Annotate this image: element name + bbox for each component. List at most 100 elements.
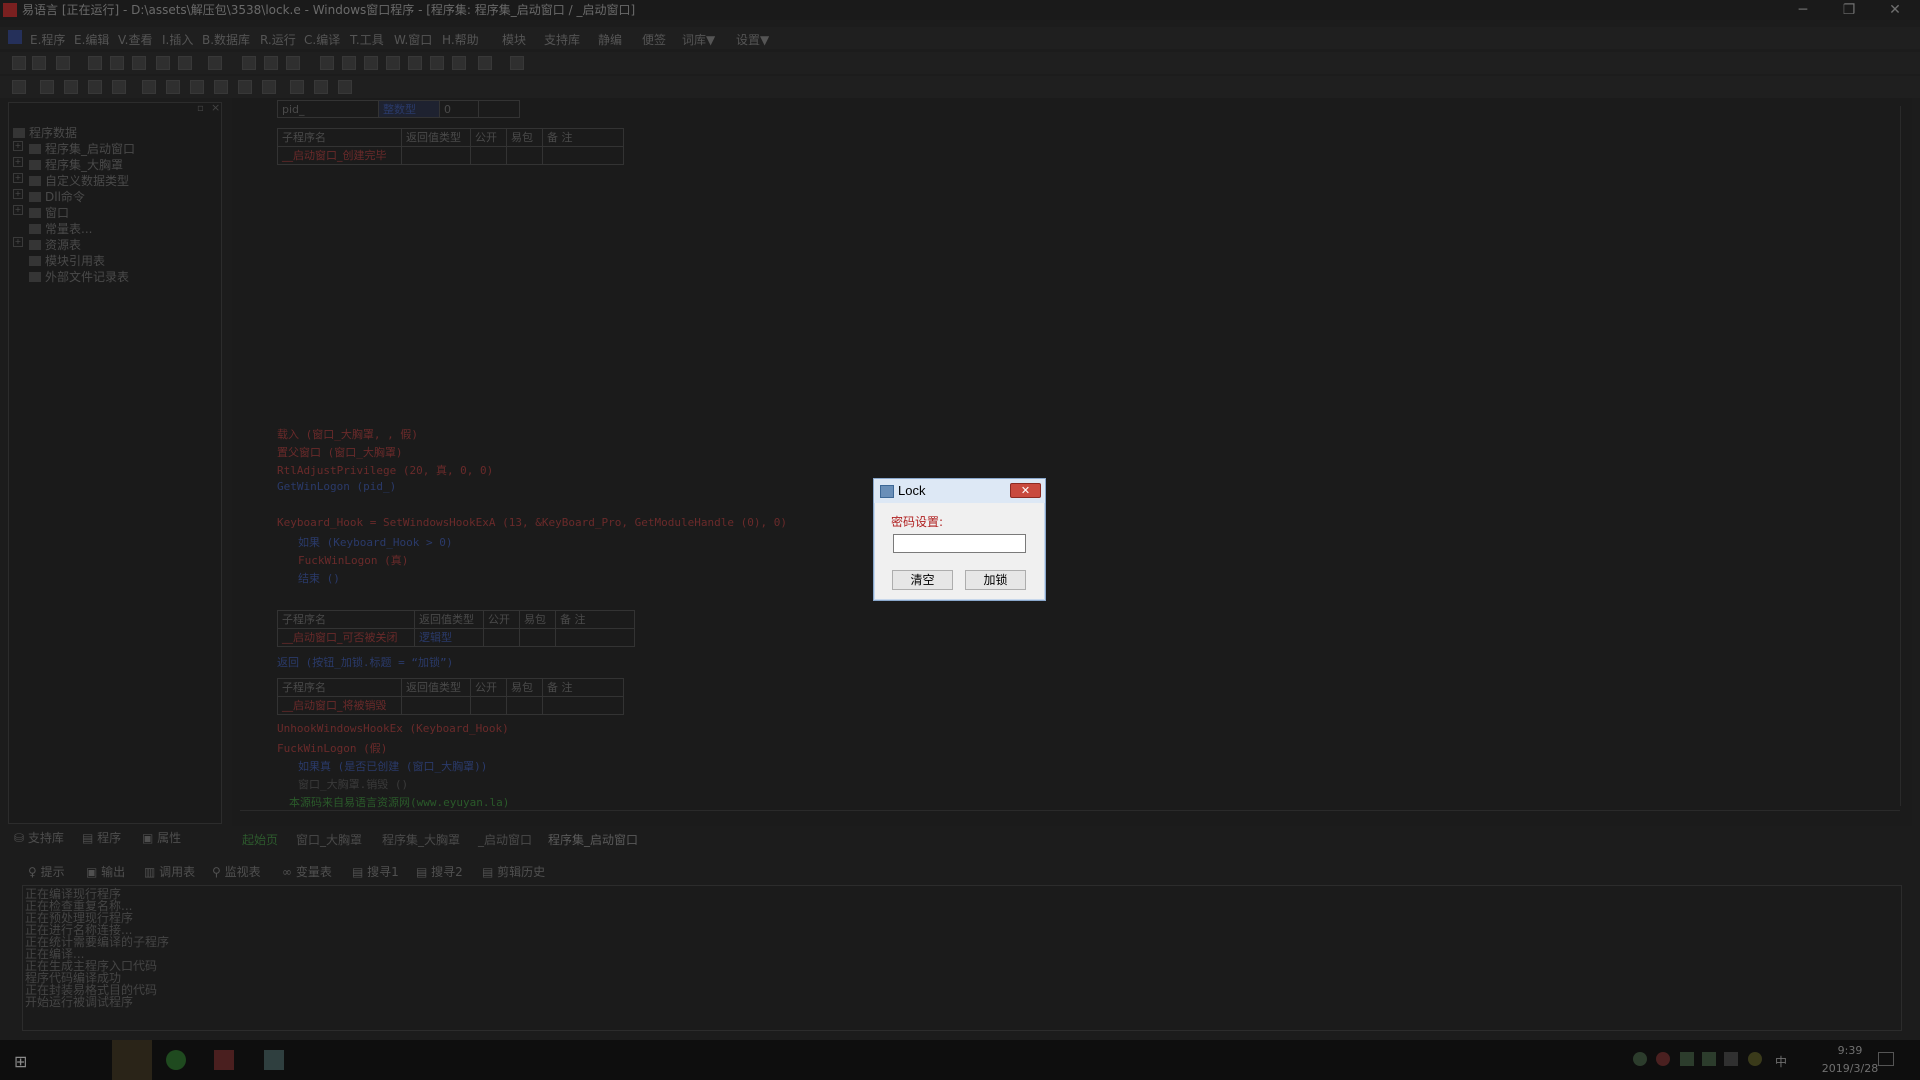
sub-pack-cell[interactable] bbox=[506, 146, 543, 165]
sub-return-type[interactable]: 逻辑型 bbox=[414, 628, 484, 647]
var-name-cell[interactable]: pid_ bbox=[277, 100, 379, 118]
menu-insert[interactable]: I.插入 bbox=[162, 31, 193, 48]
pane-close-icon[interactable]: × bbox=[211, 101, 220, 114]
hand-icon[interactable] bbox=[478, 56, 492, 70]
step-into-icon[interactable] bbox=[386, 56, 400, 70]
lock-app-icon[interactable] bbox=[264, 1050, 284, 1070]
sub-note-cell[interactable] bbox=[542, 146, 624, 165]
h-spacing-icon[interactable] bbox=[214, 80, 228, 94]
tab-program[interactable]: ▤ 程序 bbox=[82, 829, 121, 846]
layout2-icon[interactable] bbox=[264, 56, 278, 70]
volume-icon[interactable] bbox=[1724, 1052, 1738, 1066]
tab-assembly-startup[interactable]: 程序集_启动窗口 bbox=[548, 831, 638, 848]
sub-name-created[interactable]: __启动窗口_创建完毕 bbox=[277, 146, 402, 165]
tab-call-stack[interactable]: ▥ 调用表 bbox=[144, 863, 195, 880]
var-type-cell[interactable]: 整数型 bbox=[378, 100, 440, 118]
new-file-icon[interactable] bbox=[12, 56, 26, 70]
stop-icon[interactable] bbox=[342, 56, 356, 70]
restore-button[interactable]: ❐ bbox=[1826, 0, 1872, 20]
easy-language-icon[interactable] bbox=[214, 1050, 234, 1070]
binoculars-icon[interactable] bbox=[510, 56, 524, 70]
tab-support-lib[interactable]: ⛁ 支持库 bbox=[14, 829, 64, 846]
align-center-icon[interactable] bbox=[40, 80, 54, 94]
run-icon[interactable] bbox=[320, 56, 334, 70]
align-right-icon[interactable] bbox=[64, 80, 78, 94]
step-over-icon[interactable] bbox=[408, 56, 422, 70]
tab-assembly-bra[interactable]: 程序集_大胸罩 bbox=[382, 831, 460, 848]
notification-icon[interactable] bbox=[1878, 1052, 1894, 1066]
tree-item-constants[interactable]: 常量表... bbox=[29, 220, 92, 237]
run-to-cursor-icon[interactable] bbox=[452, 56, 466, 70]
code-line[interactable]: 置父窗口 (窗口_大胸罩) bbox=[277, 444, 403, 460]
sub-pack-cell[interactable] bbox=[519, 628, 556, 647]
expand-icon[interactable]: + bbox=[13, 189, 23, 199]
tab-start-page[interactable]: 起始页 bbox=[242, 831, 278, 848]
expand-icon[interactable]: + bbox=[13, 173, 23, 183]
tab-watch[interactable]: ⚲ 监视表 bbox=[212, 863, 261, 880]
tab-startup-window[interactable]: _启动窗口 bbox=[478, 831, 532, 848]
file-explorer-icon[interactable] bbox=[112, 1040, 152, 1080]
cut-icon[interactable] bbox=[88, 56, 102, 70]
code-line[interactable]: 结束 () bbox=[298, 570, 340, 586]
menu-database[interactable]: B.数据库 bbox=[202, 31, 250, 48]
find-icon[interactable] bbox=[208, 56, 222, 70]
menu-support-lib[interactable]: 支持库 bbox=[544, 31, 580, 48]
step-icon[interactable] bbox=[364, 56, 378, 70]
code-line[interactable]: Keyboard_Hook = SetWindowsHookExA (13, &… bbox=[277, 516, 787, 529]
tray-network-icon[interactable] bbox=[1680, 1052, 1694, 1066]
h-center-icon[interactable] bbox=[262, 80, 276, 94]
code-line[interactable]: 窗口_大胸罩.销毁 () bbox=[298, 776, 408, 792]
lock-layout-icon[interactable] bbox=[338, 80, 352, 94]
tree-root[interactable]: 程序数据 bbox=[13, 124, 77, 141]
align-top-icon[interactable] bbox=[88, 80, 102, 94]
code-line[interactable]: FuckWinLogon (真) bbox=[298, 552, 408, 568]
menu-static-compile[interactable]: 静编 bbox=[598, 31, 622, 48]
expand-icon[interactable]: + bbox=[13, 141, 23, 151]
tray-display-icon[interactable] bbox=[1702, 1052, 1716, 1066]
menu-notes[interactable]: 便签 bbox=[642, 31, 666, 48]
tree-item-resources[interactable]: 资源表 bbox=[29, 236, 81, 253]
align-left-icon[interactable] bbox=[12, 80, 26, 94]
layout3-icon[interactable] bbox=[286, 56, 300, 70]
tray-security-icon[interactable] bbox=[1656, 1052, 1670, 1066]
sub-note-cell[interactable] bbox=[555, 628, 635, 647]
code-line[interactable]: 如果真 (是否已创建 (窗口_大胸罩)) bbox=[298, 758, 487, 774]
vertical-scrollbar[interactable] bbox=[1900, 106, 1911, 806]
sub-return-cell[interactable] bbox=[401, 146, 471, 165]
menu-settings[interactable]: 设置▼ bbox=[736, 31, 769, 48]
clock-time[interactable]: 9:39 bbox=[1820, 1044, 1880, 1057]
output-panel[interactable]: 正在编译现行程序 正在检查重复名称... 正在预处理现行程序 正在进行名称连接.… bbox=[22, 885, 1902, 1031]
tab-window-bra[interactable]: 窗口_大胸罩 bbox=[296, 831, 362, 848]
menu-tools[interactable]: T.工具 bbox=[350, 31, 384, 48]
open-file-icon[interactable] bbox=[32, 56, 46, 70]
close-button[interactable]: ✕ bbox=[1872, 0, 1918, 20]
tree-item-windows[interactable]: 窗口 bbox=[29, 204, 69, 221]
sub-pack-cell[interactable] bbox=[506, 696, 543, 715]
lock-button[interactable]: 加锁 bbox=[965, 570, 1026, 590]
tab-search1[interactable]: ▤ 搜寻1 bbox=[352, 863, 399, 880]
expand-icon[interactable]: + bbox=[13, 205, 23, 215]
tab-search2[interactable]: ▤ 搜寻2 bbox=[416, 863, 463, 880]
code-line[interactable]: 载入 (窗口_大胸罩, , 假) bbox=[277, 426, 418, 442]
windows-start-icon[interactable]: ⊞ bbox=[14, 1052, 27, 1071]
expand-icon[interactable]: + bbox=[13, 157, 23, 167]
code-line[interactable]: 返回 (按钮_加锁.标题 = “加锁”) bbox=[277, 654, 453, 670]
align-middle-icon[interactable] bbox=[112, 80, 126, 94]
grid-icon[interactable] bbox=[314, 80, 328, 94]
code-comment[interactable]: 本源码来自易语言资源网(www.eyuyan.la) bbox=[289, 794, 509, 810]
tree-item-module-refs[interactable]: 模块引用表 bbox=[29, 252, 105, 269]
step-out-icon[interactable] bbox=[430, 56, 444, 70]
undo-icon[interactable] bbox=[156, 56, 170, 70]
dialog-close-button[interactable]: ✕ bbox=[1010, 483, 1041, 498]
browser-icon[interactable] bbox=[166, 1050, 186, 1070]
code-line[interactable]: FuckWinLogon (假) bbox=[277, 740, 387, 756]
sub-public-cell[interactable] bbox=[470, 696, 507, 715]
tray-ime-icon[interactable] bbox=[1748, 1052, 1762, 1066]
menu-compile[interactable]: C.编译 bbox=[304, 31, 340, 48]
menu-modules[interactable]: 模块 bbox=[502, 31, 526, 48]
password-input[interactable] bbox=[893, 534, 1026, 553]
var-value-cell[interactable]: 0 bbox=[439, 100, 479, 118]
sub-public-cell[interactable] bbox=[470, 146, 507, 165]
v-spacing-icon[interactable] bbox=[238, 80, 252, 94]
sub-return-cell[interactable] bbox=[401, 696, 471, 715]
